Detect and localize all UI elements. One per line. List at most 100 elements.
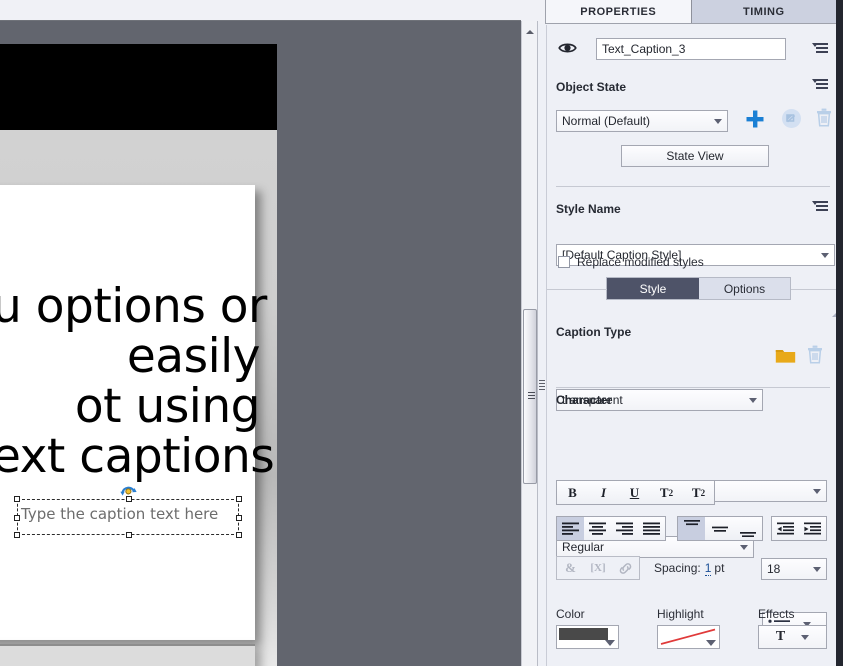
resize-handle-n[interactable] — [126, 496, 132, 502]
panel-rail-grip-icon — [539, 380, 545, 392]
vertical-align-buttons — [677, 516, 763, 541]
font-style-value: Regular — [562, 540, 605, 554]
caption-type-heading: Caption Type — [556, 325, 632, 339]
font-size-select[interactable]: 18 — [761, 558, 827, 580]
resize-handle-w[interactable] — [14, 515, 20, 521]
horizontal-align-buttons — [556, 516, 666, 541]
superscript-icon[interactable]: T2 — [650, 481, 683, 504]
divider-3 — [556, 387, 830, 388]
object-name-value: Text_Caption_3 — [602, 42, 686, 56]
plus-icon[interactable] — [745, 109, 765, 129]
align-center-icon[interactable] — [584, 517, 611, 540]
indent-increase-icon[interactable] — [799, 517, 826, 540]
resize-handle-se[interactable] — [236, 532, 242, 538]
indent-decrease-icon[interactable] — [772, 517, 799, 540]
subtab-style[interactable]: Style — [607, 278, 699, 299]
properties-panel-body: Text_Caption_3 Object State Normal (Defa… — [546, 25, 840, 666]
style-name-menu-icon[interactable] — [812, 201, 828, 213]
resize-handle-sw[interactable] — [14, 532, 20, 538]
resize-handle-nw[interactable] — [14, 496, 20, 502]
window-right-edge — [836, 0, 843, 666]
canvas-right-gutter — [505, 21, 521, 666]
folder-icon[interactable] — [775, 347, 796, 364]
eye-icon[interactable] — [558, 41, 577, 55]
chevron-down-icon — [813, 566, 821, 572]
slide-text-line-0: u options or — [0, 279, 267, 334]
object-state-menu-icon[interactable] — [812, 79, 828, 91]
replace-modified-styles-row[interactable]: Replace modified styles — [558, 255, 704, 269]
subtab-style-label: Style — [639, 281, 667, 296]
resize-handle-ne[interactable] — [236, 496, 242, 502]
object-name-menu-icon[interactable] — [812, 43, 828, 55]
spacing-control[interactable]: Spacing: 1 pt — [654, 561, 724, 576]
text-color-swatch[interactable] — [556, 625, 619, 649]
font-size-value: 18 — [767, 562, 781, 576]
application-window: u options or easily ot using ext caption… — [0, 0, 843, 666]
align-right-icon[interactable] — [611, 517, 638, 540]
chevron-down-icon — [714, 118, 722, 124]
stage-black-band — [0, 44, 277, 130]
canvas-workspace[interactable]: u options or easily ot using ext caption… — [0, 0, 521, 666]
chevron-down-icon — [749, 397, 757, 403]
highlight-label: Highlight — [657, 607, 704, 621]
tab-timing-label: TIMING — [743, 5, 785, 18]
chevron-down-icon — [706, 640, 716, 646]
scroll-up-arrow-icon[interactable] — [526, 30, 534, 34]
state-view-button[interactable]: State View — [621, 145, 769, 167]
object-name-input[interactable]: Text_Caption_3 — [596, 38, 786, 60]
chevron-down-icon — [801, 634, 810, 640]
slide-text-line-3: ext captions — [0, 429, 275, 484]
resize-handle-s[interactable] — [126, 532, 132, 538]
spacing-label: Spacing: — [654, 561, 701, 575]
divider-2a — [547, 289, 607, 290]
style-name-heading: Style Name — [556, 202, 621, 216]
object-state-heading: Object State — [556, 80, 627, 94]
slide-text-line-2: ot using — [74, 379, 261, 434]
chevron-down-icon — [605, 640, 615, 646]
tab-timing[interactable]: TIMING — [691, 0, 836, 23]
slide-lower-band — [0, 644, 255, 666]
slide-body-text: u options or easily ot using ext caption… — [0, 279, 275, 484]
effects-select[interactable]: T — [758, 625, 827, 649]
align-justify-icon[interactable] — [638, 517, 665, 540]
object-state-select[interactable]: Normal (Default) — [556, 110, 728, 132]
insert-link-icon — [612, 557, 639, 579]
canvas-top-strip — [0, 0, 521, 21]
reset-state-icon — [782, 109, 801, 128]
subscript-icon[interactable]: T2 — [683, 481, 714, 504]
valign-middle-icon[interactable] — [705, 517, 733, 540]
panel-tabstrip-edge — [538, 0, 546, 24]
text-format-buttons: B I U T2 T2 — [556, 480, 715, 505]
caption-type-trash-icon — [808, 345, 822, 364]
scrollbar-thumb[interactable] — [523, 309, 537, 484]
selected-caption-textbox[interactable]: Type the caption text here — [14, 496, 242, 538]
replace-modified-styles-checkbox[interactable] — [558, 256, 570, 268]
caption-placeholder-text: Type the caption text here — [21, 505, 219, 523]
bold-icon[interactable]: B — [557, 481, 588, 504]
character-heading: Character — [556, 393, 613, 407]
spacing-unit: pt — [714, 561, 725, 575]
panel-left-rail[interactable] — [538, 25, 546, 666]
underline-icon[interactable]: U — [619, 481, 650, 504]
scroll-grip-icon — [528, 392, 535, 399]
divider-2b — [791, 289, 837, 290]
properties-panel: PROPERTIES TIMING Text_Caption_3 Object … — [538, 0, 843, 666]
align-left-icon[interactable] — [557, 517, 584, 540]
valign-top-icon[interactable] — [678, 517, 706, 540]
spacing-value[interactable]: 1 — [704, 561, 712, 576]
state-view-label: State View — [666, 149, 724, 163]
insert-symbol-icon: & — [565, 560, 576, 575]
tab-properties[interactable]: PROPERTIES — [546, 0, 692, 23]
subtab-options[interactable]: Options — [699, 278, 790, 299]
canvas-vertical-scrollbar[interactable] — [521, 21, 538, 666]
resize-handle-e[interactable] — [236, 515, 242, 521]
highlight-color-swatch[interactable] — [657, 625, 720, 649]
valign-bottom-icon[interactable] — [734, 517, 762, 540]
indent-buttons — [771, 516, 827, 541]
italic-icon[interactable]: I — [588, 481, 619, 504]
effects-label: Effects — [758, 607, 795, 621]
chevron-down-icon — [821, 252, 829, 258]
object-state-trash-icon — [817, 108, 831, 127]
color-label: Color — [556, 607, 585, 621]
panel-tabs: PROPERTIES TIMING — [546, 0, 836, 24]
